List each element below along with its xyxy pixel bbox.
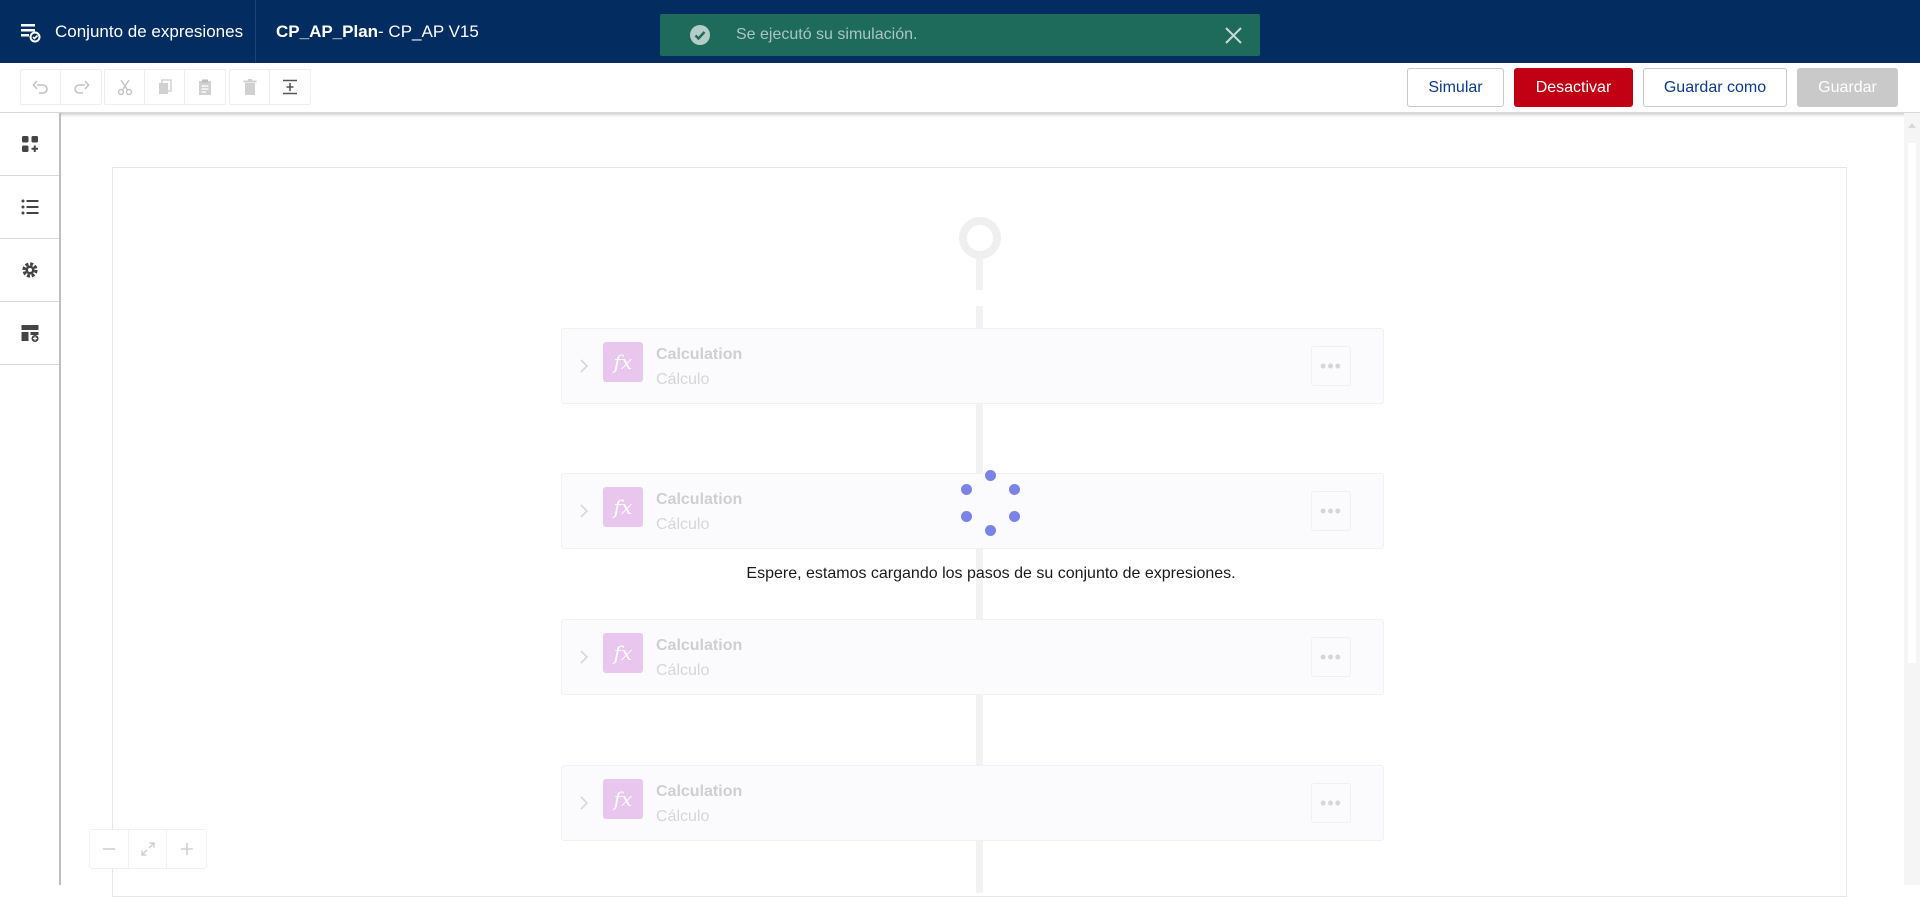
spinner-dot	[1009, 484, 1020, 495]
app-title: Conjunto de expresiones	[55, 21, 244, 41]
delete-button[interactable]	[230, 70, 270, 104]
success-toast: Se ejecutó su simulación.	[660, 14, 1260, 56]
scroll-up-arrow-icon[interactable]	[1908, 123, 1916, 128]
step-title: Calculation	[656, 346, 743, 363]
check-circle-icon	[690, 25, 710, 45]
insert-icon	[283, 79, 297, 95]
zoom-out-button[interactable]	[90, 830, 129, 868]
spinner-dot	[961, 511, 972, 522]
simulate-button[interactable]: Simular	[1407, 68, 1504, 107]
calculation-icon: fx	[603, 633, 643, 673]
sidebar-item-layout[interactable]	[0, 302, 59, 365]
flow-start-node	[959, 217, 1001, 259]
close-icon[interactable]	[1225, 27, 1242, 44]
document-title: CP_AP_Plan - CP_AP V15	[276, 0, 479, 63]
left-sidebar	[0, 113, 61, 885]
edit-group	[104, 69, 226, 105]
expand-icon	[140, 842, 155, 856]
copy-icon	[158, 79, 172, 94]
flow-connector-gap	[974, 290, 985, 306]
scrollbar-thumb[interactable]	[1908, 143, 1916, 663]
step-card[interactable]: fx Calculation Cálculo •••	[561, 619, 1384, 695]
chevron-right-icon[interactable]	[578, 647, 590, 667]
step-type: Cálculo	[656, 808, 710, 825]
deactivate-button[interactable]: Desactivar	[1514, 68, 1633, 107]
more-actions-button[interactable]: •••	[1311, 346, 1351, 386]
delete-icon	[243, 79, 256, 95]
spinner-dot	[961, 484, 972, 495]
spinner-dot	[985, 525, 996, 536]
layout-add-icon	[21, 325, 38, 342]
paste-button[interactable]	[185, 70, 225, 104]
paste-icon	[199, 79, 211, 95]
save-button[interactable]: Guardar	[1797, 68, 1898, 107]
app-title-area: Conjunto de expresiones	[0, 0, 256, 63]
calculation-icon: fx	[603, 779, 643, 819]
step-card[interactable]: fx Calculation Cálculo •••	[561, 765, 1384, 841]
chevron-right-icon[interactable]	[578, 501, 590, 521]
more-actions-button[interactable]: •••	[1311, 637, 1351, 677]
history-group	[20, 69, 102, 105]
delete-group	[229, 69, 311, 105]
loading-spinner-icon	[957, 470, 1023, 536]
copy-button[interactable]	[145, 70, 185, 104]
toast-message: Se ejecutó su simulación.	[736, 26, 918, 43]
fit-to-screen-button[interactable]	[129, 830, 168, 868]
chevron-right-icon[interactable]	[578, 793, 590, 813]
canvas-shadow	[61, 113, 1920, 117]
step-title: Calculation	[656, 783, 743, 800]
spinner-dot	[1009, 511, 1020, 522]
spinner-dot	[985, 470, 996, 481]
plus-icon	[180, 843, 193, 855]
undo-icon	[31, 80, 48, 94]
step-type: Cálculo	[656, 516, 710, 533]
step-card[interactable]: fx Calculation Cálculo •••	[561, 328, 1384, 404]
step-type: Cálculo	[656, 371, 710, 388]
loading-message: Espere, estamos cargando los pasos de su…	[746, 565, 1236, 582]
sidebar-item-settings[interactable]	[0, 239, 59, 302]
expression-set-name: CP_AP_Plan	[276, 21, 379, 41]
more-actions-button[interactable]: •••	[1311, 783, 1351, 823]
more-actions-button[interactable]: •••	[1311, 491, 1351, 531]
calculation-icon: fx	[603, 487, 643, 527]
zoom-controls	[89, 829, 207, 869]
cut-button[interactable]	[105, 70, 145, 104]
calculation-icon: fx	[603, 342, 643, 382]
cut-icon	[117, 79, 132, 96]
insert-step-button[interactable]	[270, 70, 310, 104]
flow-canvas[interactable]: fx Calculation Cálculo ••• fx Calculatio…	[61, 113, 1920, 897]
sidebar-item-list[interactable]	[0, 176, 59, 239]
chevron-right-icon[interactable]	[578, 356, 590, 376]
zoom-in-button[interactable]	[167, 830, 206, 868]
redo-button[interactable]	[61, 70, 101, 104]
undo-button[interactable]	[21, 70, 61, 104]
step-type: Cálculo	[656, 662, 710, 679]
list-icon	[21, 199, 38, 215]
step-title: Calculation	[656, 637, 743, 654]
components-icon	[21, 136, 38, 152]
settings-icon	[21, 262, 38, 278]
step-title: Calculation	[656, 491, 743, 508]
save-as-button[interactable]: Guardar como	[1643, 68, 1787, 107]
expression-set-icon	[21, 23, 41, 42]
minus-icon	[102, 848, 115, 850]
sidebar-item-components[interactable]	[0, 113, 59, 176]
redo-icon	[74, 80, 90, 94]
top-header: Conjunto de expresiones CP_AP_Plan - CP_…	[0, 0, 1920, 63]
expression-set-version: - CP_AP V15	[378, 21, 479, 41]
vertical-scrollbar[interactable]	[1904, 113, 1920, 885]
